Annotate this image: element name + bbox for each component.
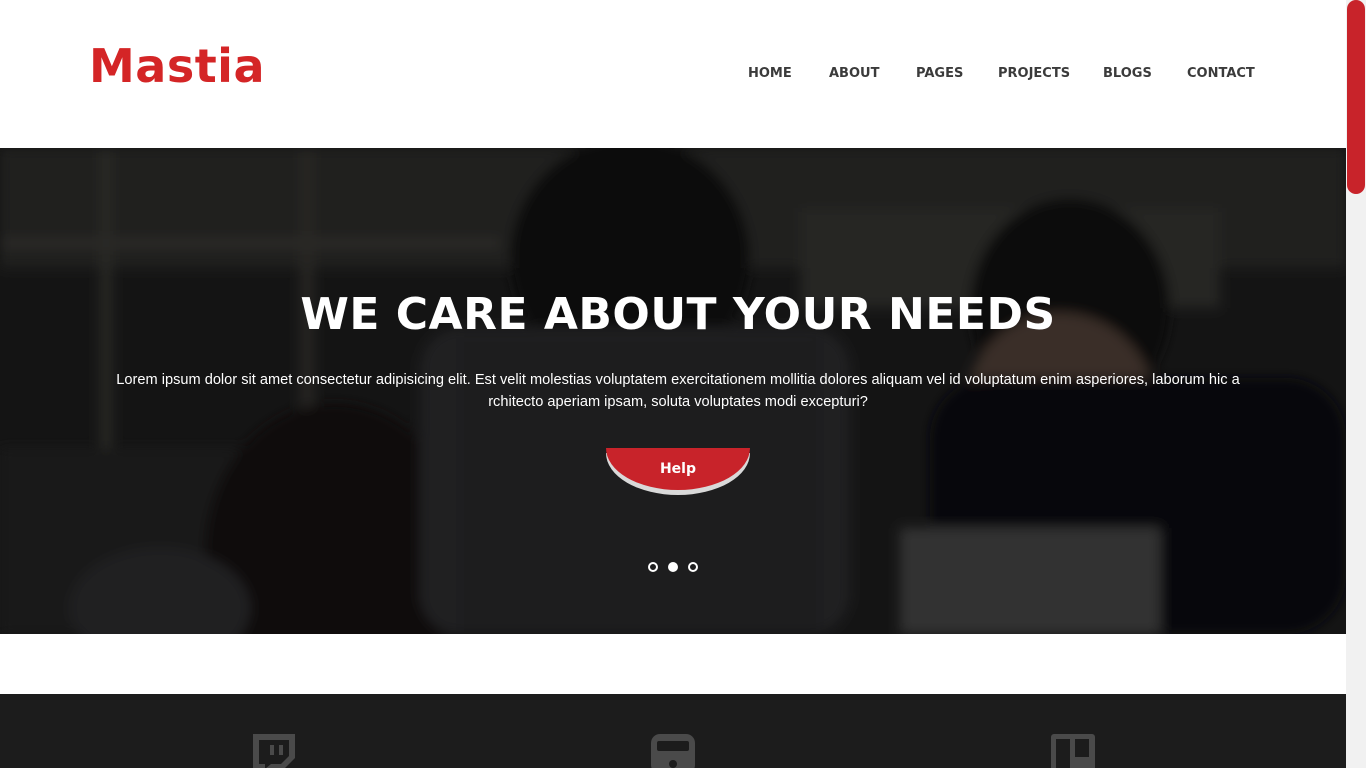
trello-icon [1051, 734, 1095, 768]
slider-dots [648, 562, 708, 572]
nav-blogs[interactable]: BLOGS [1103, 66, 1152, 82]
nav-about[interactable]: ABOUT [829, 66, 879, 82]
nav-home[interactable]: HOME [748, 66, 792, 82]
scrollbar-thumb[interactable] [1347, 0, 1365, 194]
hero-title: WE CARE ABOUT YOUR NEEDS [300, 289, 1056, 340]
site-header: Mastia HOME ABOUT PAGES PROJECTS BLOGS C… [0, 0, 1346, 148]
features-strip [0, 694, 1346, 768]
hero-description: Lorem ipsum dolor sit amet consectetur a… [116, 372, 1240, 410]
main-nav: HOME ABOUT PAGES PROJECTS BLOGS CONTACT [0, 66, 1346, 82]
hero-slider: WE CARE ABOUT YOUR NEEDS Lorem ipsum dol… [0, 148, 1346, 634]
nav-projects[interactable]: PROJECTS [998, 66, 1070, 82]
device-icon [651, 734, 695, 768]
page-scrollbar[interactable] [1346, 0, 1366, 768]
twitch-icon [253, 734, 295, 768]
nav-contact[interactable]: CONTACT [1187, 66, 1255, 82]
slider-dot-2-active[interactable] [668, 562, 678, 572]
nav-pages[interactable]: PAGES [916, 66, 963, 82]
slider-dot-3[interactable] [688, 562, 698, 572]
slider-dot-1[interactable] [648, 562, 658, 572]
